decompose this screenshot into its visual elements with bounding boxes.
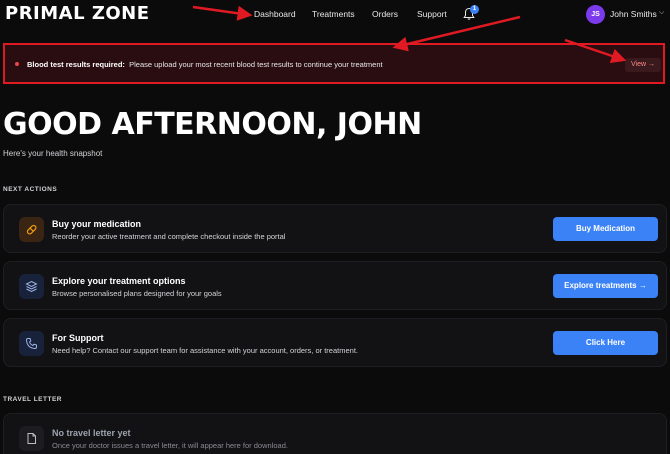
avatar[interactable]: JS <box>586 5 605 24</box>
notification-badge: 1 <box>470 5 479 14</box>
support-click-here-button[interactable]: Click Here <box>553 331 658 355</box>
alert-dot-icon <box>15 62 19 66</box>
layers-icon <box>19 274 44 299</box>
top-navigation-bar: PRIMAL ZONE Dashboard Treatments Orders … <box>0 0 670 28</box>
card-travel-letter: No travel letter yet Once your doctor is… <box>3 413 667 454</box>
buy-medication-button[interactable]: Buy Medication <box>553 217 658 241</box>
card-title: No travel letter yet <box>52 428 131 438</box>
card-description: Browse personalised plans designed for y… <box>52 289 222 298</box>
card-title: Explore your treatment options <box>52 276 186 286</box>
card-buy-medication: Buy your medication Reorder your active … <box>3 204 667 253</box>
card-description: Need help? Contact our support team for … <box>52 346 358 355</box>
nav-treatments[interactable]: Treatments <box>312 9 355 19</box>
brand-logo[interactable]: PRIMAL ZONE <box>5 3 150 24</box>
document-icon <box>19 426 44 451</box>
nav-orders[interactable]: Orders <box>372 9 398 19</box>
nav-dashboard[interactable]: Dashboard <box>254 9 296 19</box>
blood-test-alert-banner: Blood test results required: Please uplo… <box>3 43 665 84</box>
explore-treatments-button[interactable]: Explore treatments → <box>553 274 658 298</box>
card-description: Once your doctor issues a travel letter,… <box>52 441 288 450</box>
alert-body: Please upload your most recent blood tes… <box>129 60 383 69</box>
card-description: Reorder your active treatment and comple… <box>52 232 286 241</box>
phone-icon <box>19 331 44 356</box>
card-title: Buy your medication <box>52 219 142 229</box>
user-name[interactable]: John Smiths <box>610 9 657 19</box>
section-label-travel-letter: TRAVEL LETTER <box>3 396 62 403</box>
page-title: GOOD AFTERNOON, JOHN <box>3 107 422 142</box>
page-subtitle: Here's your health snapshot <box>3 149 103 158</box>
chevron-down-icon[interactable]: ⌵ <box>659 9 664 17</box>
card-explore-treatments: Explore your treatment options Browse pe… <box>3 261 667 310</box>
alert-view-button[interactable]: View → <box>625 58 661 72</box>
pill-icon <box>19 217 44 242</box>
card-support: For Support Need help? Contact our suppo… <box>3 318 667 367</box>
card-title: For Support <box>52 333 104 343</box>
nav-support[interactable]: Support <box>417 9 447 19</box>
section-label-next-actions: NEXT ACTIONS <box>3 186 58 193</box>
alert-title: Blood test results required: <box>27 60 125 69</box>
alert-message: Blood test results required: Please uplo… <box>27 60 383 69</box>
